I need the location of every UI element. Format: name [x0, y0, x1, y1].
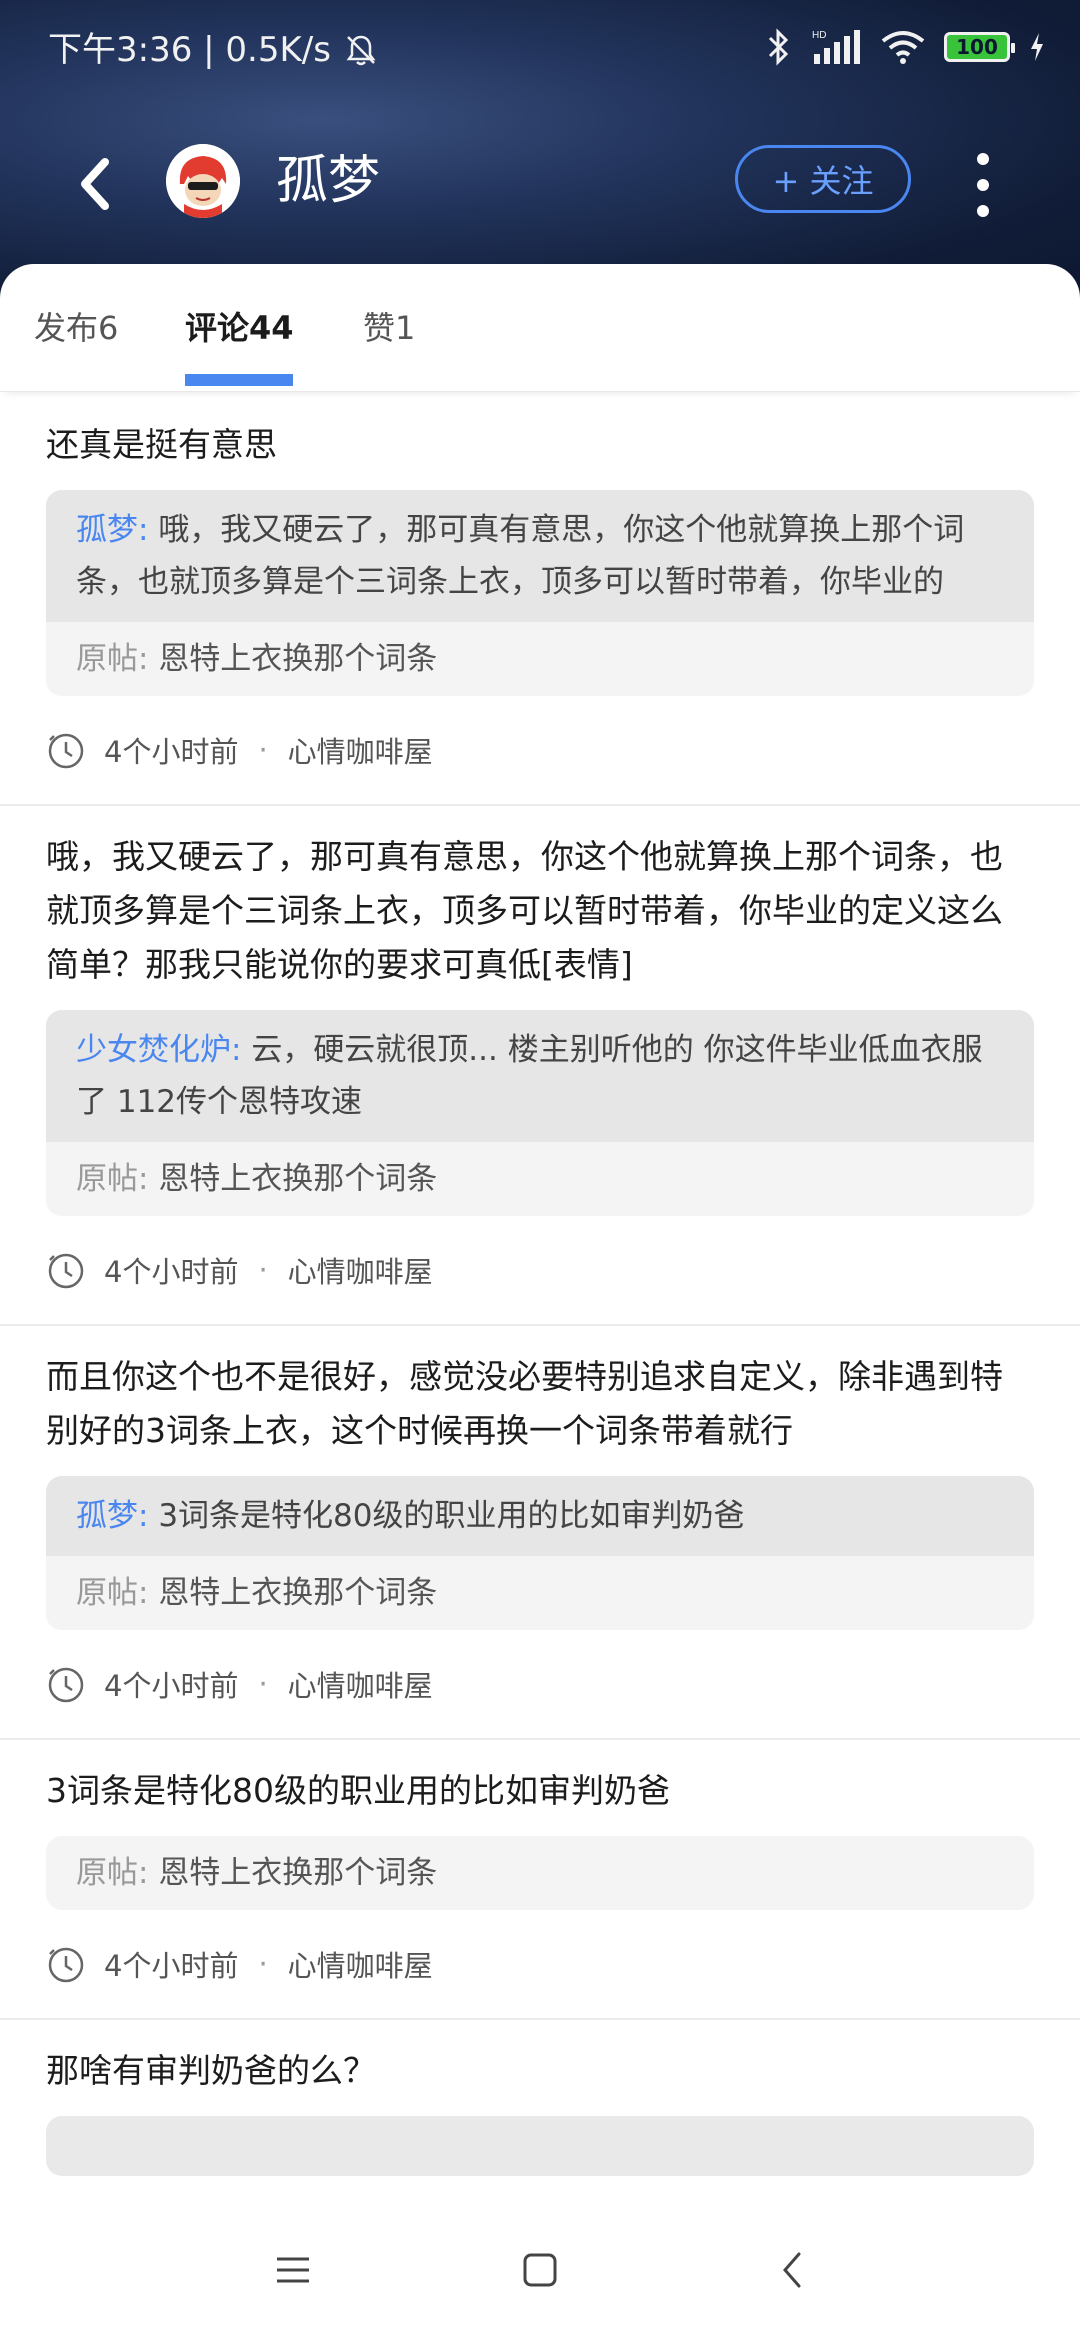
comment-time: 4个小时前: [104, 1669, 239, 1703]
original-post-label: 原帖:: [76, 1575, 149, 1611]
status-time: 下午3:36 | 0.5K/s: [48, 26, 379, 74]
comment-text: 3词条是特化80级的职业用的比如审判奶爸: [46, 1771, 670, 1810]
clock-icon: [48, 1947, 84, 1983]
charging-icon: [1031, 33, 1043, 61]
back-button[interactable]: [60, 149, 130, 219]
original-post-title: 恩特上衣换那个词条: [158, 1575, 438, 1611]
bluetooth-icon: [768, 28, 789, 66]
comment-item[interactable]: 还真是挺有意思 孤梦: 哦，我又硬云了，那可真有意思，你这个他就算换上那个词条，…: [0, 392, 1080, 806]
more-dot-icon: [977, 153, 989, 165]
original-post-label: 原帖:: [76, 641, 149, 677]
original-post-label: 原帖:: [76, 1161, 149, 1197]
svg-text:HD: HD: [812, 30, 826, 41]
follow-button[interactable]: + 关注: [735, 145, 911, 213]
wifi-icon: [881, 31, 925, 64]
menu-icon: [277, 2257, 309, 2283]
home-square-icon: [523, 2253, 557, 2287]
tab-bar: 发布6 评论44 赞1: [0, 264, 1080, 392]
comment-text: 哦，我又硬云了，那可真有意思，你这个他就算换上那个词条，也就顶多算是个三词条上衣…: [46, 837, 1003, 984]
chevron-left-icon: [81, 158, 109, 210]
meta-separator: ·: [258, 1947, 268, 1981]
quoted-author[interactable]: 孤梦:: [76, 1498, 148, 1534]
comment-meta: 4个小时前 · 心情咖啡屋: [46, 1910, 1034, 2018]
status-bar: 下午3:36 | 0.5K/s HD 100: [0, 0, 1080, 100]
circle-name[interactable]: 心情咖啡屋: [288, 729, 433, 771]
avatar[interactable]: [166, 144, 240, 218]
quote-box[interactable]: [46, 2116, 1034, 2176]
comment-text: 还真是挺有意思: [46, 425, 277, 464]
cartoon-avatar-icon: [166, 144, 240, 218]
system-back-button[interactable]: [762, 2240, 822, 2300]
quoted-text: 哦，我又硬云了，那可真有意思，你这个他就算换上那个词条，也就顶多算是个三词条上衣…: [76, 512, 965, 600]
circle-name[interactable]: 心情咖啡屋: [288, 1663, 433, 1705]
original-post[interactable]: 原帖: 恩特上衣换那个词条: [46, 1142, 1034, 1216]
home-button[interactable]: [510, 2240, 570, 2300]
profile-header: 下午3:36 | 0.5K/s HD 100 孤梦 + 关注: [0, 0, 1080, 300]
circle-name[interactable]: 心情咖啡屋: [288, 1249, 433, 1291]
battery-icon: 100: [944, 32, 1015, 62]
system-navigation-bar: [0, 2200, 1080, 2340]
comment-meta: 4个小时前 · 心情咖啡屋: [46, 696, 1034, 804]
tab-likes[interactable]: 赞1: [363, 306, 415, 350]
quote-box[interactable]: 原帖: 恩特上衣换那个词条: [46, 1836, 1034, 1910]
comment-time: 4个小时前: [104, 1255, 239, 1289]
comment-item[interactable]: 而且你这个也不是很好，感觉没必要特别追求自定义，除非遇到特别好的3词条上衣，这个…: [0, 1326, 1080, 1740]
active-tab-indicator: [185, 374, 293, 386]
comment-time: 4个小时前: [104, 735, 239, 769]
comment-text: 而且你这个也不是很好，感觉没必要特别追求自定义，除非遇到特别好的3词条上衣，这个…: [46, 1357, 1003, 1450]
comment-meta: 4个小时前 · 心情咖啡屋: [46, 1630, 1034, 1738]
comment-meta: 4个小时前 · 心情咖啡屋: [46, 1216, 1034, 1324]
circle-name[interactable]: 心情咖啡屋: [288, 1943, 433, 1985]
comment-item[interactable]: 那啥有审判奶爸的么？: [0, 2020, 1080, 2176]
comment-text: 那啥有审判奶爸的么？: [46, 2051, 376, 2090]
comment-item[interactable]: 3词条是特化80级的职业用的比如审判奶爸 原帖: 恩特上衣换那个词条 4个小时前…: [0, 1740, 1080, 2020]
meta-separator: ·: [258, 733, 268, 767]
quote-box[interactable]: 孤梦: 哦，我又硬云了，那可真有意思，你这个他就算换上那个词条，也就顶多算是个三…: [46, 490, 1034, 696]
original-post-title: 恩特上衣换那个词条: [158, 1855, 438, 1891]
follow-label: + 关注: [772, 162, 874, 200]
profile-nav-row: 孤梦 + 关注: [0, 135, 1080, 235]
quote-box[interactable]: 少女焚化炉: 云，硬云就很顶... 楼主别听他的 你这件毕业低血衣服了 112传…: [46, 1010, 1034, 1216]
mute-bell-icon: [346, 35, 376, 66]
tab-comments[interactable]: 评论44: [185, 306, 294, 350]
original-post[interactable]: 原帖: 恩特上衣换那个词条: [46, 1836, 1034, 1910]
clock-icon: [48, 733, 84, 769]
quoted-text: 3词条是特化80级的职业用的比如审判奶爸: [158, 1498, 745, 1534]
clock-icon: [48, 1667, 84, 1703]
more-options-button[interactable]: [958, 145, 1008, 225]
original-post-title: 恩特上衣换那个词条: [158, 641, 438, 677]
chevron-left-icon: [783, 2252, 801, 2288]
more-dot-icon: [977, 205, 989, 217]
meta-separator: ·: [258, 1253, 268, 1287]
quoted-reply: 孤梦: 哦，我又硬云了，那可真有意思，你这个他就算换上那个词条，也就顶多算是个三…: [46, 490, 1034, 622]
status-icons: HD 100: [764, 28, 1046, 66]
more-dot-icon: [977, 179, 989, 191]
meta-separator: ·: [258, 1667, 268, 1701]
clock-icon: [48, 1253, 84, 1289]
quoted-author[interactable]: 少女焚化炉:: [76, 1032, 241, 1068]
quoted-reply: 少女焚化炉: 云，硬云就很顶... 楼主别听他的 你这件毕业低血衣服了 112传…: [46, 1010, 1034, 1142]
menu-button[interactable]: [263, 2240, 323, 2300]
original-post[interactable]: 原帖: 恩特上衣换那个词条: [46, 622, 1034, 696]
tab-posts[interactable]: 发布6: [34, 306, 118, 350]
status-time-text: 下午3:36 | 0.5K/s: [48, 30, 331, 70]
original-post[interactable]: 原帖: 恩特上衣换那个词条: [46, 1556, 1034, 1630]
signal-icon: HD: [812, 30, 860, 64]
quoted-author[interactable]: 孤梦:: [76, 512, 148, 548]
comment-time: 4个小时前: [104, 1949, 239, 1983]
comment-item[interactable]: 哦，我又硬云了，那可真有意思，你这个他就算换上那个词条，也就顶多算是个三词条上衣…: [0, 806, 1080, 1326]
user-name: 孤梦: [276, 151, 381, 211]
comment-feed: 还真是挺有意思 孤梦: 哦，我又硬云了，那可真有意思，你这个他就算换上那个词条，…: [0, 392, 1080, 2176]
quoted-reply: 孤梦: 3词条是特化80级的职业用的比如审判奶爸: [46, 1476, 1034, 1556]
original-post-title: 恩特上衣换那个词条: [158, 1161, 438, 1197]
quote-box[interactable]: 孤梦: 3词条是特化80级的职业用的比如审判奶爸 原帖: 恩特上衣换那个词条: [46, 1476, 1034, 1630]
original-post-label: 原帖:: [76, 1855, 149, 1891]
